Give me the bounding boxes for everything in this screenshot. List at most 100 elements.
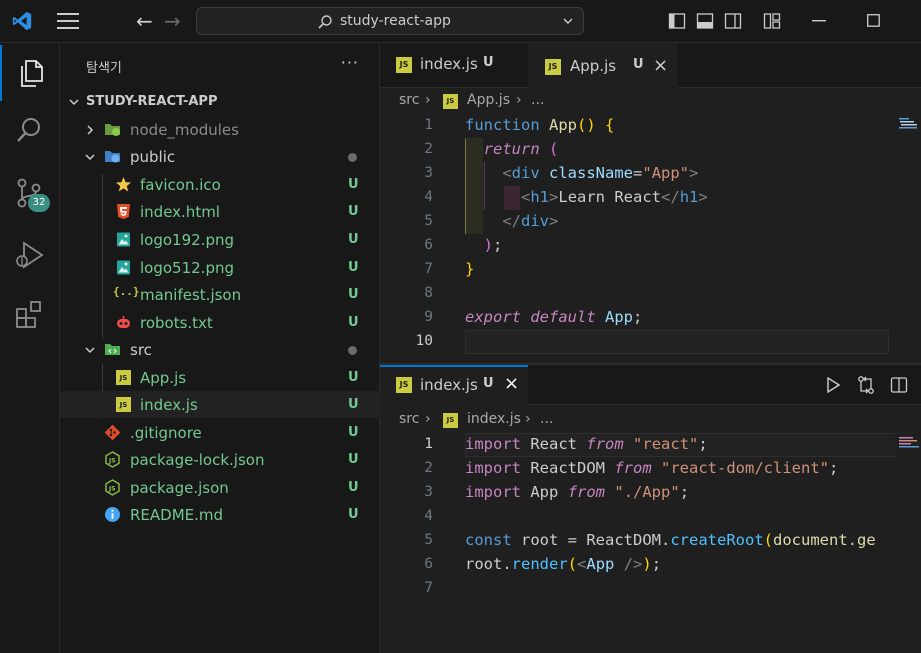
more-actions-icon[interactable]: ··· bbox=[341, 53, 359, 72]
breadcrumb-file[interactable]: index.js bbox=[467, 411, 521, 427]
split-editor-icon[interactable] bbox=[890, 376, 908, 394]
forward-arrow-icon[interactable]: → bbox=[164, 9, 181, 33]
code-editor-index-js[interactable]: 1 import React from "react"; 2 import Reac… bbox=[380, 433, 921, 633]
untracked-badge: U bbox=[348, 204, 359, 219]
line-number: 8 bbox=[424, 285, 433, 301]
editor-group-bottom: JS index.js U × src › JS index.js › ... … bbox=[380, 365, 921, 653]
minimap[interactable] bbox=[896, 435, 921, 449]
modified-dot bbox=[348, 153, 357, 162]
tree-item-label: App.js bbox=[140, 369, 187, 387]
tree-item-favicon[interactable]: favicon.ico U bbox=[60, 171, 380, 198]
toggle-primary-sidebar-icon[interactable] bbox=[668, 12, 686, 30]
back-arrow-icon[interactable]: ← bbox=[136, 9, 153, 33]
breadcrumb-separator: › bbox=[516, 92, 522, 108]
nodejs-icon: JS bbox=[105, 451, 120, 468]
breadcrumb-file[interactable]: App.js bbox=[467, 92, 510, 108]
tree-item-label: package.json bbox=[130, 479, 229, 497]
explorer-activity[interactable] bbox=[0, 45, 60, 101]
untracked-badge: U bbox=[348, 260, 359, 275]
breadcrumb-folder[interactable]: src bbox=[399, 411, 419, 427]
line-number: 7 bbox=[424, 261, 433, 277]
tree-item-public[interactable]: public bbox=[60, 143, 380, 170]
json-icon: {..} bbox=[113, 285, 140, 298]
code-line: <h1>Learn React</h1> bbox=[521, 188, 708, 206]
breadcrumb-separator: › bbox=[425, 92, 431, 108]
open-changes-icon[interactable] bbox=[856, 375, 876, 395]
command-center-search[interactable]: study-react-app bbox=[196, 7, 584, 35]
maximize-icon[interactable] bbox=[867, 14, 880, 27]
js-file-icon: JS bbox=[545, 59, 561, 75]
breadcrumb-folder[interactable]: src bbox=[399, 92, 419, 108]
line-number: 9 bbox=[424, 309, 433, 325]
code-line: export default App; bbox=[465, 308, 643, 326]
chevron-down-icon bbox=[69, 99, 79, 106]
run-debug-activity[interactable] bbox=[0, 227, 60, 283]
breadcrumb-more[interactable]: ... bbox=[531, 92, 544, 108]
code-editor-app-js[interactable]: 1 function App() { 2 return ( 3 <div clas… bbox=[380, 114, 921, 359]
search-icon bbox=[17, 118, 40, 142]
code-line: <div className="App"> bbox=[502, 164, 699, 182]
folder-public-icon bbox=[105, 151, 120, 163]
tab-app-js[interactable]: JS App.js U × bbox=[528, 43, 678, 88]
search-activity[interactable] bbox=[0, 103, 60, 159]
tree-item-label: README.md bbox=[130, 506, 224, 524]
files-icon bbox=[21, 60, 43, 87]
line-number: 6 bbox=[424, 237, 433, 253]
js-file-icon: JS bbox=[396, 377, 412, 393]
code-line: ); bbox=[483, 236, 503, 254]
close-icon[interactable]: × bbox=[504, 373, 519, 394]
tab-label: index.js bbox=[420, 55, 478, 73]
chevron-down-icon[interactable] bbox=[561, 14, 575, 28]
tree-item-package-lock[interactable]: JS package-lock.json U bbox=[60, 446, 380, 473]
tree-item-label: .gitignore bbox=[130, 424, 202, 442]
minimize-icon[interactable] bbox=[812, 20, 826, 22]
tree-item-src[interactable]: src bbox=[60, 336, 380, 363]
git-icon bbox=[104, 424, 121, 441]
line-number: 2 bbox=[424, 460, 433, 476]
tree-item-index-html[interactable]: index.html U bbox=[60, 198, 380, 225]
line-number: 1 bbox=[424, 436, 433, 452]
robot-icon bbox=[117, 316, 130, 328]
tree-item-label: robots.txt bbox=[140, 314, 213, 332]
tree-item-index-js[interactable]: JS index.js U bbox=[60, 391, 380, 418]
breadcrumb-more[interactable]: ... bbox=[540, 411, 553, 427]
untracked-badge: U bbox=[348, 507, 359, 522]
tree-item-node-modules[interactable]: node_modules bbox=[60, 116, 380, 143]
folder-node-icon bbox=[105, 124, 120, 136]
tree-item-robots[interactable]: robots.txt U bbox=[60, 309, 380, 336]
line-number: 1 bbox=[424, 117, 433, 133]
extensions-icon bbox=[16, 301, 41, 328]
tree-item-gitignore[interactable]: .gitignore U bbox=[60, 419, 380, 446]
tree-item-readme[interactable]: README.md U bbox=[60, 501, 380, 528]
tree-item-package-json[interactable]: JS package.json U bbox=[60, 474, 380, 501]
toggle-panel-icon[interactable] bbox=[696, 12, 714, 30]
menu-icon[interactable] bbox=[57, 13, 79, 29]
tree-item-label: logo512.png bbox=[140, 259, 234, 277]
tree-item-manifest[interactable]: {..} manifest.json U bbox=[60, 281, 380, 308]
js-file-icon: JS bbox=[443, 94, 458, 109]
chevron-down-icon bbox=[85, 154, 95, 161]
tree-item-app-js[interactable]: JS App.js U bbox=[60, 364, 380, 391]
untracked-badge: U bbox=[348, 397, 359, 412]
tab-bar: JS index.js U × bbox=[380, 365, 921, 405]
line-number: 4 bbox=[424, 189, 433, 205]
breadcrumb: src › JS App.js › ... bbox=[380, 88, 921, 114]
tree-item-label: manifest.json bbox=[140, 286, 242, 304]
tree-item-logo192[interactable]: logo192.png U bbox=[60, 226, 380, 253]
close-icon[interactable]: × bbox=[653, 55, 668, 76]
workspace-section-header[interactable]: STUDY-REACT-APP bbox=[60, 89, 380, 115]
svg-text:JS: JS bbox=[108, 458, 116, 465]
minimap[interactable] bbox=[896, 116, 921, 130]
tab-index-js[interactable]: JS index.js U × bbox=[380, 365, 528, 405]
customize-layout-icon[interactable] bbox=[763, 12, 781, 30]
extensions-activity[interactable] bbox=[0, 287, 60, 343]
source-control-activity[interactable] bbox=[0, 165, 60, 221]
tree-item-logo512[interactable]: logo512.png U bbox=[60, 254, 380, 281]
js-file-icon: JS bbox=[116, 370, 131, 385]
tab-untracked-marker: U bbox=[633, 57, 644, 72]
toggle-secondary-sidebar-icon[interactable] bbox=[724, 12, 742, 30]
run-icon[interactable] bbox=[826, 377, 840, 393]
tab-index-js[interactable]: JS index.js U bbox=[380, 43, 528, 88]
image-file-icon bbox=[117, 260, 130, 275]
info-icon bbox=[105, 507, 120, 522]
